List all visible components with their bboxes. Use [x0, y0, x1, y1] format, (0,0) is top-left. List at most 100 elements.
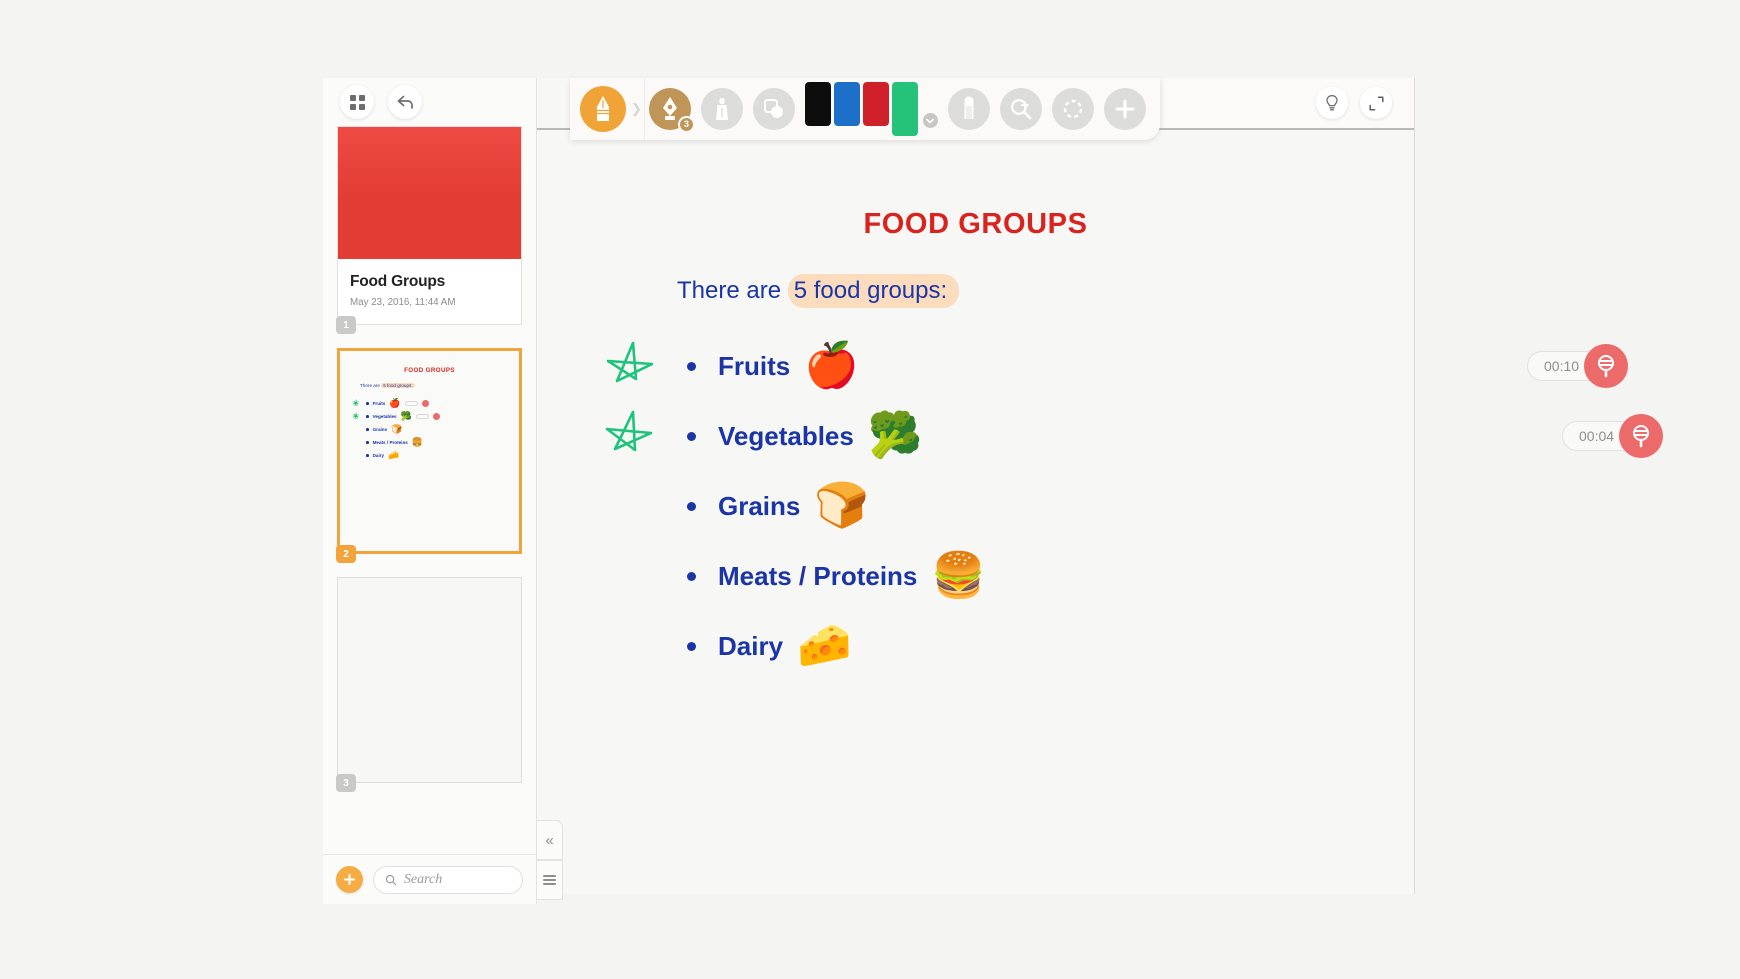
lightbulb-icon [1326, 94, 1338, 111]
more-colors-button[interactable] [922, 113, 938, 128]
thumb-title: FOOD GROUPS [404, 367, 455, 374]
food-image-burger: 🍔 [931, 551, 987, 600]
food-image-burger: 🍔 [411, 437, 424, 447]
toolbar-items: 3 [645, 82, 1160, 136]
bullet-icon [366, 415, 369, 418]
microphone-icon [421, 400, 429, 407]
search-box[interactable] [373, 865, 523, 894]
back-button[interactable] [388, 85, 422, 119]
active-tool-slot [570, 78, 636, 140]
plus-icon [1115, 99, 1135, 119]
cover-image [338, 127, 521, 259]
eraser-tool-button[interactable] [947, 88, 990, 130]
add-slide-button[interactable] [336, 866, 363, 893]
food-image-cheese: 🧀 [797, 621, 852, 670]
thumb-subtitle-highlight: 5 food groups: [381, 383, 415, 388]
selection-tool-button[interactable] [1051, 88, 1094, 130]
thumb-list-item: ✬ Vegetables 🥦 [352, 410, 511, 423]
pen-tool-button[interactable]: 3 [648, 88, 695, 133]
list-item[interactable]: Food Groups May 23, 2016, 11:44 AM 1 [336, 126, 522, 334]
food-image-broccoli: 🥦 [867, 411, 923, 460]
thumb-item-label: Fruits [372, 401, 386, 406]
grid-view-button[interactable] [340, 85, 374, 119]
add-tool-button[interactable] [1103, 88, 1146, 130]
slide-thumbnail-2[interactable]: FOOD GROUPS There are 5 food groups: ✬ F… [337, 348, 522, 554]
thumb-list-item: Meats / Proteins 🍔 [366, 436, 511, 449]
microphone-icon[interactable] [1584, 344, 1629, 388]
bullet-icon [687, 571, 696, 581]
expand-icon [1368, 95, 1384, 111]
thumb-subtitle-prefix: There are [360, 383, 382, 388]
bullet-icon [366, 454, 369, 457]
list-item[interactable]: Meats / Proteins 🍔 [537, 541, 1414, 611]
collapse-panel-button[interactable]: « [537, 820, 563, 860]
star-icon: ✬ [352, 411, 360, 421]
slides-list[interactable]: Food Groups May 23, 2016, 11:44 AM 1 FOO… [323, 126, 536, 854]
thumb-list: ✬ Fruits 🍎 ✬ Vegetables 🥦 Grains 🍞 Meats… [352, 397, 511, 462]
canvas-area[interactable]: FOOD GROUPS There are 5 food groups: Fru… [537, 78, 1664, 894]
shape-tool-button[interactable] [752, 88, 795, 130]
plus-icon [343, 873, 356, 886]
food-image-broccoli: 🥦 [400, 411, 412, 421]
list-item[interactable]: Grains 🍞 [537, 471, 1414, 541]
star-icon [603, 407, 661, 470]
bullet-icon [687, 641, 696, 651]
thumb-list-item: ✬ Fruits 🍎 [352, 397, 511, 410]
search-input[interactable] [403, 871, 511, 888]
zoom-tool-button[interactable] [999, 88, 1042, 130]
thumb-list-item: Dairy 🧀 [366, 449, 511, 462]
fullscreen-button[interactable] [1360, 87, 1392, 119]
panel-menu-button[interactable] [537, 860, 563, 900]
sidebar-toolbar [323, 78, 536, 126]
bullet-icon [687, 501, 696, 511]
list-item[interactable]: 3 [336, 577, 522, 792]
swatch-black[interactable] [804, 82, 831, 126]
back-arrow-icon [397, 95, 413, 109]
color-swatches [804, 82, 938, 136]
shapes-icon [763, 99, 783, 118]
grid-icon [349, 94, 365, 110]
list-item-label: Fruits [718, 350, 791, 381]
slide-number-badge: 2 [336, 545, 356, 563]
hint-button[interactable] [1316, 87, 1348, 119]
thumb-recording-pill [415, 413, 429, 420]
food-groups-list: Fruits 🍎 00:10 Vegetables 🥦 00:04 Grains… [537, 331, 1664, 681]
microphone-icon[interactable] [1619, 414, 1664, 458]
food-image-bread: 🍞 [814, 481, 870, 530]
highlighter-icon [715, 98, 728, 120]
list-item[interactable]: FOOD GROUPS There are 5 food groups: ✬ F… [336, 348, 522, 563]
audio-recording-2[interactable]: 00:04 [1562, 414, 1664, 458]
list-item[interactable]: Vegetables 🥦 00:04 [537, 401, 1664, 471]
list-item-label: Meats / Proteins [718, 560, 918, 591]
microphone-icon [432, 413, 440, 420]
canvas-corner-controls [1164, 78, 1414, 128]
pencil-tool-button[interactable] [580, 86, 626, 132]
search-icon [385, 874, 397, 885]
slide-thumbnail-3[interactable] [337, 577, 522, 783]
slide-subtitle-highlight: 5 food groups: [787, 274, 960, 308]
list-item-label: Grains [718, 490, 801, 521]
slide-canvas[interactable]: FOOD GROUPS There are 5 food groups: Fru… [537, 130, 1664, 894]
highlighter-tool-button[interactable] [700, 88, 743, 130]
list-item[interactable]: Fruits 🍎 00:10 [537, 331, 1629, 401]
swatch-red[interactable] [862, 82, 889, 126]
slide-content: FOOD GROUPS There are 5 food groups: Fru… [537, 130, 1664, 894]
bullet-icon [687, 431, 696, 441]
swatch-blue[interactable] [833, 82, 860, 126]
slide-number-badge: 1 [336, 316, 356, 334]
sidebar-footer [323, 854, 536, 904]
food-image-apple: 🍎 [804, 341, 860, 390]
notebook-title: Food Groups [350, 273, 446, 290]
list-item[interactable]: Dairy 🧀 [537, 611, 1414, 681]
slide-subtitle-prefix: There are [677, 277, 788, 304]
audio-recording-1[interactable]: 00:10 [1527, 344, 1629, 388]
bullet-icon [366, 441, 369, 444]
slides-sidebar: Food Groups May 23, 2016, 11:44 AM 1 FOO… [323, 78, 537, 904]
app-root: Food Groups May 23, 2016, 11:44 AM 1 FOO… [0, 0, 1740, 979]
zoom-in-icon [1011, 99, 1032, 120]
list-item-label: Vegetables [718, 420, 854, 451]
thumb-recording-pill [404, 400, 418, 407]
bullet-icon [366, 428, 369, 431]
slide-thumbnail-1[interactable]: Food Groups May 23, 2016, 11:44 AM [337, 126, 522, 325]
swatch-green[interactable] [891, 82, 918, 136]
